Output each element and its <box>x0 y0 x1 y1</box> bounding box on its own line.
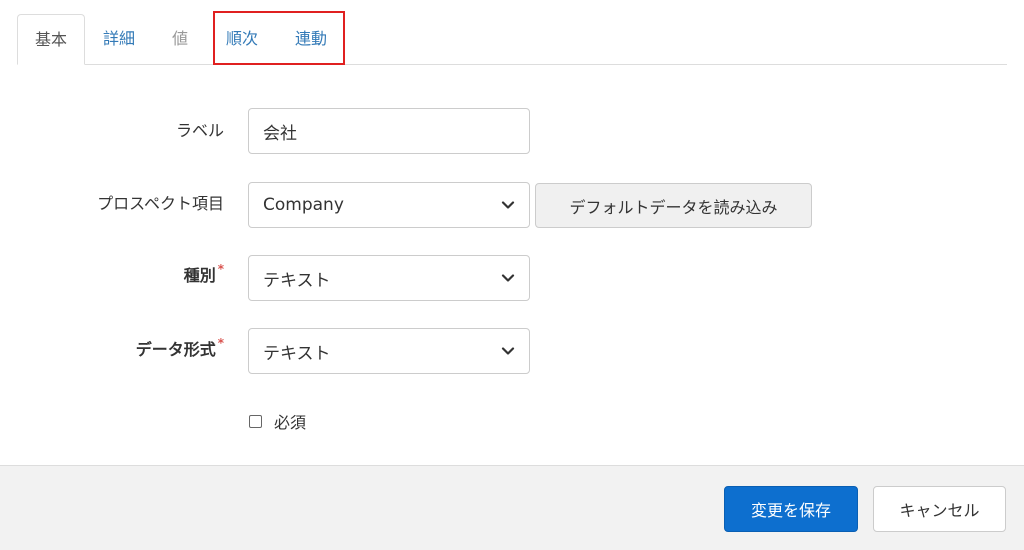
label-input-value: 会社 <box>263 123 297 144</box>
required-asterisk: * <box>217 262 224 276</box>
cancel-button[interactable]: キャンセル <box>873 486 1006 532</box>
prospect-field-label: プロスペクト項目 <box>97 194 224 213</box>
required-checkbox[interactable] <box>249 414 262 428</box>
footer-bar <box>0 465 1024 550</box>
data-format-field-label: データ形式 * <box>136 336 224 360</box>
required-checkbox-label: 必須 <box>274 413 307 432</box>
tab-details[interactable]: 詳細 <box>103 14 135 64</box>
chevron-down-icon <box>501 347 515 355</box>
label-input[interactable]: 会社 <box>248 108 530 154</box>
tab-basic[interactable]: 基本 <box>17 14 85 65</box>
label-field-label: ラベル <box>175 121 224 140</box>
save-changes-button[interactable]: 変更を保存 <box>724 486 858 532</box>
type-select-value: テキスト <box>263 270 331 291</box>
required-asterisk: * <box>217 336 224 350</box>
data-format-select-value: テキスト <box>263 343 331 364</box>
highlight-annotation-box <box>213 11 345 65</box>
chevron-down-icon <box>501 201 515 209</box>
tab-bar: 基本 詳細 値 順次 連動 <box>17 14 1007 65</box>
data-format-select[interactable]: テキスト <box>248 328 530 374</box>
type-select[interactable]: テキスト <box>248 255 530 301</box>
tab-values[interactable]: 値 <box>172 14 188 64</box>
load-default-data-button[interactable]: デフォルトデータを読み込み <box>535 183 812 228</box>
required-checkbox-row[interactable]: 必須 <box>249 409 306 433</box>
type-field-label: 種別 * <box>184 262 224 286</box>
type-field-label-text: 種別 <box>183 266 216 285</box>
chevron-down-icon <box>501 274 515 282</box>
prospect-field-select-value: Company <box>263 195 344 215</box>
data-format-field-label-text: データ形式 <box>135 340 216 359</box>
prospect-field-select[interactable]: Company <box>248 182 530 228</box>
